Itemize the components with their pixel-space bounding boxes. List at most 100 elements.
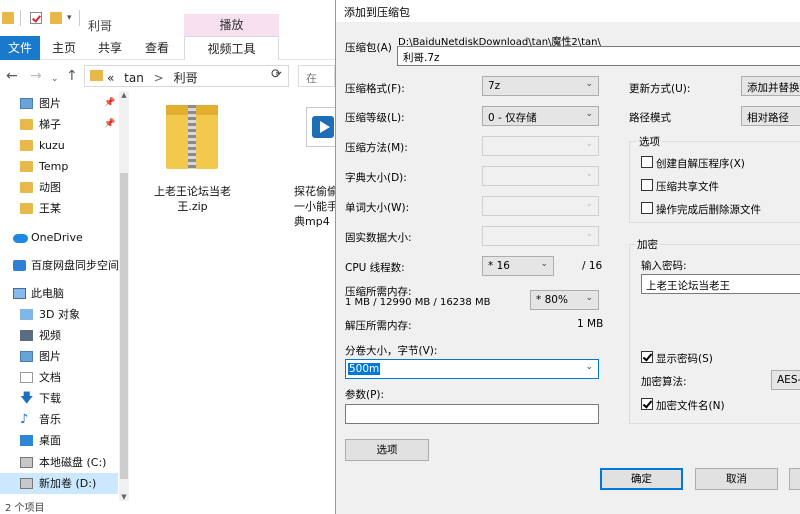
sidebar-item-label: 3D 对象 (39, 308, 80, 321)
sidebar-item-wangmou[interactable]: 王某 (0, 198, 118, 219)
path-mode-select[interactable]: 相对路径 (741, 106, 800, 126)
solid-size-select[interactable]: ⌄ (482, 226, 599, 246)
sidebar-item-label: 视频 (39, 329, 61, 342)
sidebar-item-gifs[interactable]: 动图 (0, 177, 118, 198)
scroll-up-icon[interactable]: ▲ (119, 91, 129, 99)
show-password-checkbox[interactable] (641, 351, 653, 363)
sfx-checkbox[interactable] (641, 156, 653, 168)
show-password-label: 显示密码(S) (656, 353, 713, 365)
sidebar-item-label: 下载 (39, 392, 61, 405)
shared-files-label: 压缩共享文件 (656, 181, 719, 193)
ok-button[interactable]: 确定 (600, 468, 683, 490)
context-tab-play[interactable]: 播放 (184, 14, 279, 36)
encryption-method-select[interactable]: AES-2 (771, 370, 800, 390)
parameters-input[interactable] (345, 404, 599, 424)
breadcrumb-item-lige[interactable]: 利哥 (174, 71, 198, 85)
recent-locations-icon[interactable]: ⌄ (51, 70, 59, 88)
update-mode-select[interactable]: 添加并替换文 (741, 76, 800, 96)
tab-file[interactable]: 文件 (0, 36, 40, 60)
shared-files-checkbox[interactable] (641, 179, 653, 191)
format-select[interactable]: 7z ⌄ (482, 76, 599, 96)
sidebar-item-kuzu[interactable]: kuzu (0, 135, 118, 156)
sidebar-item-drive-d[interactable]: 新加卷 (D:) (0, 473, 118, 494)
address-field[interactable]: « tan > 利哥 ⌄ (84, 65, 289, 87)
sidebar-item-downloads[interactable]: 🡇 下载 (0, 388, 118, 409)
cancel-button[interactable]: 取消 (695, 468, 778, 490)
sidebar-item-desktop[interactable]: 桌面 (0, 430, 118, 451)
scrollbar-thumb[interactable] (120, 173, 128, 479)
sidebar-item-pictures[interactable]: 图片 📌 (0, 93, 118, 114)
encryption-group-title: 加密 (635, 237, 660, 252)
picture-icon (20, 351, 33, 362)
search-placeholder: 在 (306, 72, 317, 85)
sidebar-item-documents[interactable]: 文档 (0, 367, 118, 388)
sidebar-item-music[interactable]: ♪ 音乐 (0, 409, 118, 430)
back-arrow-icon[interactable]: ← (6, 67, 18, 85)
pin-icon[interactable]: 📌 (104, 114, 115, 135)
encrypt-names-checkbox[interactable] (641, 398, 653, 410)
sidebar-item-onedrive[interactable]: OneDrive (0, 227, 118, 248)
tab-home[interactable]: 主页 (46, 36, 82, 60)
update-mode-value: 添加并替换文 (747, 82, 800, 94)
decompress-memory-label: 解压所需内存: (345, 320, 412, 332)
help-button[interactable] (789, 468, 800, 490)
up-arrow-icon[interactable]: ↑ (66, 67, 78, 85)
pin-icon[interactable]: 📌 (104, 93, 115, 114)
sidebar-item-label: 音乐 (39, 413, 61, 426)
refresh-icon[interactable]: ⟳ (271, 67, 282, 82)
sidebar-item-drive-c[interactable]: 本地磁盘 (C:) (0, 452, 118, 473)
download-icon: 🡇 (20, 391, 34, 406)
dialog-title-bar: 添加到压缩包 (336, 0, 800, 22)
parameters-label: 参数(P): (345, 389, 385, 401)
search-input[interactable]: 在 (298, 65, 335, 87)
breadcrumb-overflow[interactable]: « (107, 71, 114, 85)
memory-percent-select[interactable]: * 80% ⌄ (530, 290, 599, 310)
sfx-label: 创建自解压程序(X) (656, 158, 745, 170)
properties-icon[interactable] (30, 12, 42, 24)
password-value: 上老王论坛当老王 (646, 280, 730, 292)
video-icon (20, 330, 33, 341)
tab-share[interactable]: 共享 (92, 36, 128, 60)
cpu-threads-total: / 16 (582, 260, 603, 272)
sidebar-item-this-pc[interactable]: 此电脑 (0, 283, 118, 304)
sidebar-item-videos[interactable]: 视频 (0, 325, 118, 346)
folder-icon[interactable] (2, 12, 14, 24)
video-file-icon (306, 107, 338, 147)
chevron-down-icon: ⌄ (585, 199, 593, 209)
level-select[interactable]: 0 - 仅存储 ⌄ (482, 106, 599, 126)
toolbar-separator (79, 10, 80, 26)
forward-arrow-icon[interactable]: → (30, 67, 42, 85)
zip-file-icon (166, 105, 218, 169)
sidebar-item-baidu-sync[interactable]: 百度网盘同步空间 (0, 255, 119, 276)
tab-video-tools[interactable]: 视频工具 (184, 36, 279, 60)
word-size-select[interactable]: ⌄ (482, 196, 599, 216)
new-folder-icon[interactable] (50, 12, 62, 24)
password-input[interactable]: 上老王论坛当老王 (641, 274, 800, 294)
split-size-combo[interactable]: 500m ⌄ (345, 359, 599, 379)
music-icon: ♪ (20, 412, 29, 427)
tab-view[interactable]: 查看 (139, 36, 175, 60)
sidebar-item-3d-objects[interactable]: 3D 对象 (0, 304, 118, 325)
cpu-threads-select[interactable]: * 16 ⌄ (482, 256, 554, 276)
breadcrumb-item-tan[interactable]: tan (124, 71, 144, 85)
sidebar-item-label: 动图 (39, 181, 61, 194)
options-button[interactable]: 选项 (345, 439, 429, 461)
picture-icon (20, 98, 33, 109)
ribbon-tabs: 文件 主页 共享 查看 视频工具 (0, 36, 335, 60)
customize-toolbar-icon[interactable]: ▾ (67, 13, 72, 23)
sidebar-scrollbar[interactable]: ▲ ▼ (119, 91, 129, 501)
delete-after-label: 操作完成后删除源文件 (656, 204, 761, 216)
dictionary-select[interactable]: ⌄ (482, 166, 599, 186)
drive-icon (20, 478, 33, 489)
folder-icon (20, 161, 33, 172)
scroll-down-icon[interactable]: ▼ (119, 493, 129, 501)
file-item-zip[interactable]: 上老王论坛当老 王.zip (130, 91, 255, 231)
sidebar-item-tizi[interactable]: 梯子 📌 (0, 114, 118, 135)
file-name-line: 上老王论坛当老 (154, 185, 231, 198)
method-select[interactable]: ⌄ (482, 136, 599, 156)
sidebar-item-pictures-pc[interactable]: 图片 (0, 346, 118, 367)
archive-name-combo[interactable]: 利哥.7z (397, 46, 800, 66)
sidebar-item-temp[interactable]: Temp (0, 156, 118, 177)
delete-after-checkbox[interactable] (641, 202, 653, 214)
decompress-memory-value: 1 MB (577, 318, 604, 330)
